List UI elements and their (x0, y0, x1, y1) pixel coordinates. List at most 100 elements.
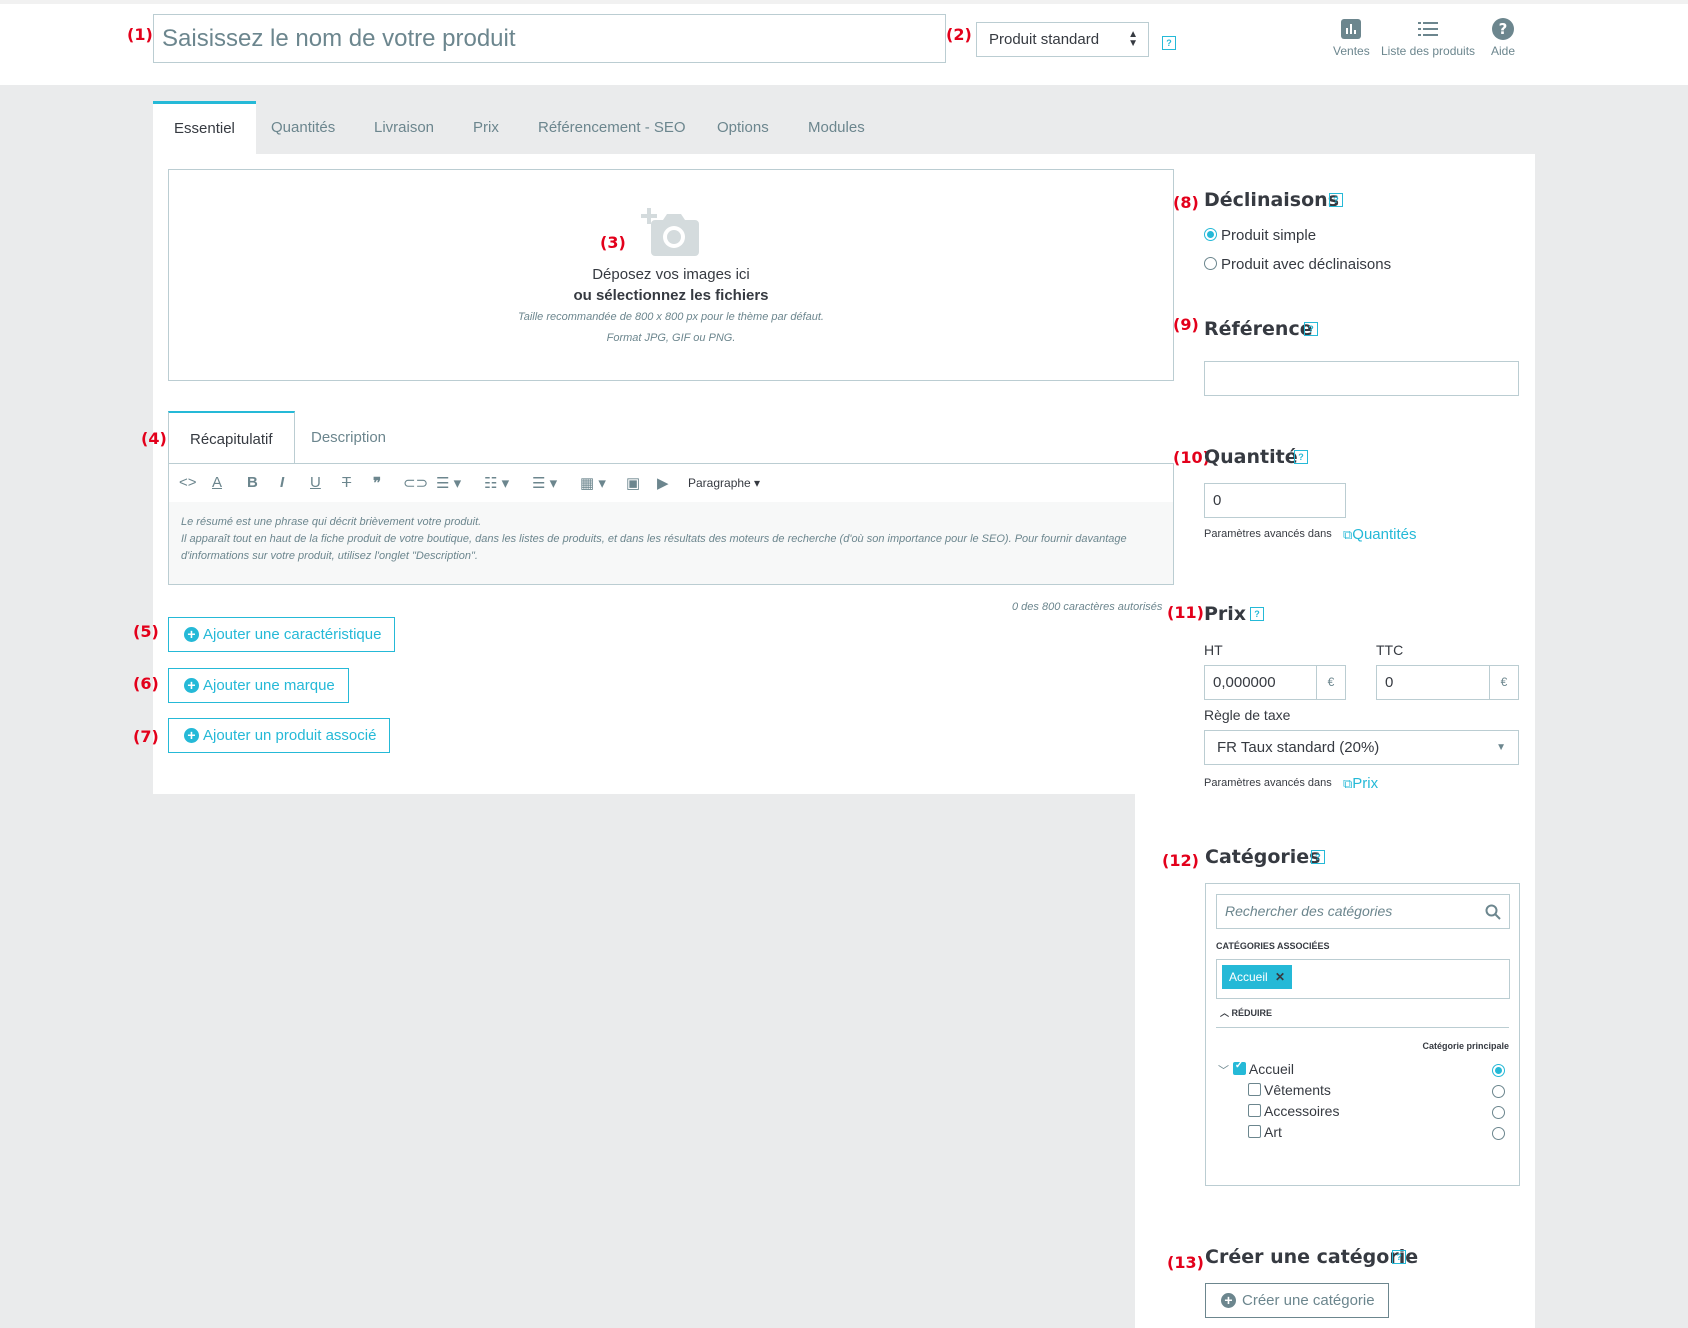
main-category-radio[interactable] (1492, 1064, 1505, 1077)
italic-icon[interactable]: I (280, 474, 284, 491)
image-dropzone[interactable]: (3) Déposez vos images ici ou sélectionn… (168, 169, 1174, 381)
external-link-icon: ⧉ (1343, 776, 1353, 791)
ht-label: HT (1204, 642, 1223, 658)
strikethrough-icon[interactable]: T (342, 474, 351, 491)
main-category-radio[interactable] (1492, 1127, 1505, 1140)
price-ttc-input[interactable]: 0 (1376, 665, 1490, 700)
annotation-9: (9) (1173, 315, 1199, 334)
price-title: Prix (1204, 603, 1247, 625)
quantity-help-icon[interactable]: ? (1294, 450, 1308, 464)
product-list-action[interactable]: Liste des produits (1381, 18, 1475, 58)
collapse-button[interactable]: ︿ RÉDUIRE (1220, 1006, 1272, 1019)
underline-icon[interactable]: U (310, 474, 321, 491)
reference-help-icon[interactable]: ? (1304, 322, 1318, 336)
media-icon[interactable]: ▶ (657, 474, 669, 492)
quantity-advanced-link-label: Quantités (1352, 526, 1417, 543)
annotation-7: (7) (133, 727, 159, 746)
text-color-icon[interactable]: A (212, 474, 222, 491)
categories-title: Catégories (1205, 846, 1321, 868)
declinaisons-help-icon[interactable]: ? (1329, 193, 1343, 207)
tab-description[interactable]: Description (311, 411, 386, 464)
reference-input[interactable] (1204, 361, 1519, 396)
category-tree-item[interactable]: Art (1248, 1124, 1282, 1140)
category-checkbox[interactable] (1248, 1083, 1261, 1096)
bullet-list-icon[interactable]: ☷ ▾ (484, 474, 509, 492)
ttc-label: TTC (1376, 642, 1404, 658)
external-link-icon: ⧉ (1343, 527, 1353, 542)
bold-icon[interactable]: B (247, 474, 258, 491)
price-ht-input[interactable]: 0,000000 (1204, 665, 1318, 700)
category-tree-item[interactable]: Vêtements (1248, 1082, 1331, 1098)
add-feature-button[interactable]: + Ajouter une caractéristique (168, 617, 396, 652)
radio-combinations-product[interactable]: Produit avec déclinaisons (1204, 256, 1391, 273)
chevron-down-icon[interactable]: ﹀ (1218, 1065, 1229, 1077)
create-category-help-icon[interactable]: ? (1392, 1250, 1406, 1264)
tax-rule-select[interactable]: FR Taux standard (20%) ▼ (1204, 730, 1519, 765)
tab-seo[interactable]: Référencement - SEO (538, 101, 686, 154)
quantity-title: Quantité (1204, 446, 1298, 468)
paragraph-format-select[interactable]: Paragraphe ▾ (688, 476, 760, 490)
search-icon[interactable] (1485, 904, 1501, 920)
link-icon[interactable]: ⊂⊃ (403, 474, 428, 492)
category-checkbox[interactable] (1248, 1125, 1261, 1138)
radio-combinations-indicator[interactable] (1204, 257, 1217, 270)
paragraph-label: Paragraphe (688, 476, 751, 490)
tab-quantites[interactable]: Quantités (271, 101, 335, 154)
add-related-product-button[interactable]: + Ajouter un produit associé (168, 718, 391, 753)
select-files-link[interactable]: ou sélectionnez les fichiers (169, 287, 1173, 304)
quantity-advanced-link[interactable]: ⧉Quantités (1343, 526, 1417, 543)
price-advanced-link-label: Prix (1352, 775, 1379, 792)
summary-editor-body[interactable]: Le résumé est une phrase qui décrit briè… (169, 502, 1173, 584)
blockquote-icon[interactable]: ❞ (373, 474, 381, 492)
price-advanced-link[interactable]: ⧉Prix (1343, 775, 1378, 792)
category-tree-item[interactable]: Accessoires (1248, 1103, 1339, 1119)
plus-circle-icon: + (184, 728, 199, 743)
associated-categories-field[interactable]: Accueil ✕ (1216, 959, 1510, 999)
product-type-help-icon[interactable]: ? (1162, 36, 1176, 50)
tab-options[interactable]: Options (717, 101, 769, 154)
price-advanced-text: Paramètres avancés dans (1204, 777, 1332, 789)
product-name-input[interactable]: Saisissez le nom de votre produit (153, 14, 946, 63)
annotation-1: (1) (127, 25, 153, 44)
annotation-11: (11) (1167, 603, 1204, 622)
categories-help-icon[interactable]: ? (1311, 850, 1325, 864)
main-category-radio[interactable] (1492, 1106, 1505, 1119)
collapse-label: RÉDUIRE (1231, 1008, 1273, 1018)
product-type-select[interactable]: Produit standard ▲ ▼ (976, 22, 1149, 57)
category-search-input[interactable]: Rechercher des catégories (1216, 894, 1510, 929)
tab-prix[interactable]: Prix (473, 101, 499, 154)
create-category-button[interactable]: + Créer une catégorie (1205, 1283, 1389, 1318)
align-icon[interactable]: ☰ ▾ (436, 474, 461, 492)
radio-simple-product[interactable]: Produit simple (1204, 227, 1316, 244)
category-tag: Accueil ✕ (1222, 965, 1293, 989)
quantity-input[interactable]: 0 (1204, 483, 1346, 518)
dropzone-format-hint: Format JPG, GIF ou PNG. (606, 332, 736, 344)
category-search-placeholder: Rechercher des catégories (1225, 903, 1393, 919)
category-tree-item[interactable]: ﹀ Accueil (1218, 1060, 1294, 1078)
price-help-icon[interactable]: ? (1250, 607, 1264, 621)
plus-circle-icon: + (184, 678, 199, 693)
tab-essentiel[interactable]: Essentiel (153, 101, 256, 154)
category-name: Art (1264, 1124, 1282, 1140)
image-icon[interactable]: ▣ (626, 474, 640, 492)
plus-circle-icon: + (184, 627, 199, 642)
category-checkbox[interactable] (1248, 1104, 1261, 1117)
dropzone-text: Déposez vos images ici (592, 266, 750, 283)
annotation-8: (8) (1173, 193, 1199, 212)
numbered-list-icon[interactable]: ☰ ▾ (532, 474, 557, 492)
radio-simple-indicator[interactable] (1204, 228, 1217, 241)
help-action[interactable]: ? Aide (1491, 18, 1515, 58)
tab-recapitulatif[interactable]: Récapitulatif (168, 411, 295, 465)
main-category-radio[interactable] (1492, 1085, 1505, 1098)
source-code-icon[interactable]: <> (179, 474, 197, 491)
sales-action[interactable]: Ventes (1333, 18, 1370, 58)
add-brand-label: Ajouter une marque (203, 677, 335, 694)
product-type-value: Produit standard (989, 31, 1100, 48)
table-icon[interactable]: ▦ ▾ (580, 474, 606, 492)
tab-modules[interactable]: Modules (808, 101, 865, 154)
category-checkbox[interactable] (1232, 1060, 1246, 1075)
add-related-label: Ajouter un produit associé (203, 727, 377, 744)
tab-livraison[interactable]: Livraison (374, 101, 434, 154)
add-brand-button[interactable]: + Ajouter une marque (168, 668, 349, 703)
remove-tag-icon[interactable]: ✕ (1275, 970, 1285, 984)
